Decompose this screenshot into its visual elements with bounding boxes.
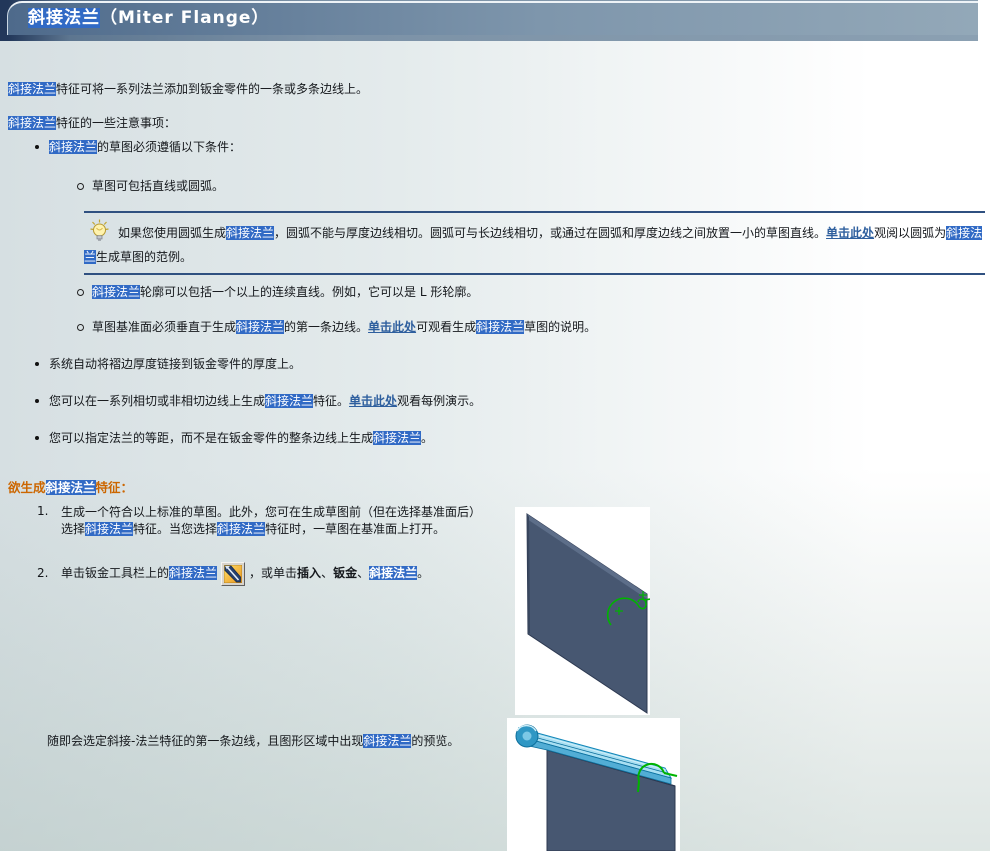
highlighted-term: 斜接法兰 [8,116,57,130]
text-segment: （Miter Flange） [100,8,270,28]
step-2: 2. 单击钣金工具栏上的斜接法兰 ，或单击插入、钣金、斜接法兰。 [37,558,429,588]
step-text: 生成一个符合以上标准的草图。此外，您可在生成草图前（但在选择基准面后）选择斜接法… [61,504,481,538]
circle-bullet-marker [77,324,84,331]
highlighted-term: 斜接法兰 [85,522,134,536]
sheet-metal-sketch-image [515,507,651,715]
notes-lead-paragraph: 斜接法兰特征的一些注意事项： [8,115,176,131]
highlighted-term: 斜接法兰 [265,394,314,408]
text-segment: 欲生成 [8,479,46,495]
text-segment: 特征。当您选择 [133,522,218,536]
intro-paragraph: 斜接法兰特征可将一系列法兰添加到钣金零件的一条或多条边线上。 [8,81,368,97]
text-segment: 特征的一些注意事项： [56,116,177,130]
circle-bullet-marker [77,183,84,190]
text-segment: 。 [421,431,434,445]
text-segment: 、 [357,566,370,580]
result-paragraph: 随即会选定斜接-法兰特征的第一条边线，且图形区域中出现斜接法兰的预览。 [47,732,459,749]
click-here-link[interactable]: 单击此处 [368,320,416,334]
highlighted-term: 斜接法兰 [92,285,141,299]
bullet-marker [35,145,39,149]
text-segment: 可观看生成 [416,320,477,334]
title-bar: 斜接法兰（Miter Flange） [7,1,978,35]
circle-bullet-marker [77,289,84,296]
text-segment: 如果您使用圆弧生成 [118,226,227,240]
step-number: 2. [37,566,49,580]
text-segment: 。 [417,566,430,580]
text-segment: 、 [321,566,334,580]
miter-flange-preview-image [507,718,680,851]
tip-note-box: 如果您使用圆弧生成斜接法兰，圆弧不能与厚度边线相切。圆弧可与长边线相切，或通过在… [84,211,985,275]
page-title: 斜接法兰（Miter Flange） [8,3,978,33]
highlighted-term: 斜接法兰 [169,566,218,580]
text-segment: 的第一条边线。 [284,320,369,334]
text-segment: 特征可将一系列法兰添加到钣金零件的一条或多条边线上。 [56,82,369,96]
highlighted-term: 斜接法兰 [45,479,96,495]
step-1: 1. 生成一个符合以上标准的草图。此外，您可在生成草图前（但在选择基准面后）选择… [37,504,481,538]
text-segment: 特征： [95,479,134,495]
text-segment: 的预览。 [411,734,460,748]
text-segment: ，或单击 [249,566,298,580]
text-segment: 观阅以圆弧为 [874,226,947,240]
help-page: 斜接法兰（Miter Flange） 斜接法兰特征可将一系列法兰添加到钣金零件的… [0,0,990,851]
text-segment: 观看每例演示。 [397,394,482,408]
text-segment: 您可以指定法兰的等距，而不是在钣金零件的整条边线上生成 [49,431,374,445]
highlighted-term: 斜接法兰 [49,140,98,154]
click-here-link[interactable]: 单击此处 [826,226,874,240]
list-item: 斜接法兰的草图必须遵循以下条件： [35,139,242,155]
bullet-marker [35,362,39,366]
text-segment: 生成草图的范例。 [96,250,193,264]
highlighted-term: 斜接法兰 [236,320,285,334]
text-segment: 随即会选定斜接-法兰特征的第一条边线，且图形区域中出现 [47,734,364,748]
text-segment: 的草图必须遵循以下条件： [97,140,242,154]
list-item: 草图基准面必须垂直于生成斜接法兰的第一条边线。单击此处可观看生成斜接法兰草图的说… [77,319,597,335]
list-item: 系统自动将褶边厚度链接到钣金零件的厚度上。 [35,356,302,372]
text-segment: 草图可包括直线或圆弧。 [92,179,225,193]
list-item: 您可以在一系列相切或非相切边线上生成斜接法兰特征。单击此处观看每例演示。 [35,393,482,409]
list-item: 斜接法兰轮廓可以包括一个以上的连续直线。例如，它可以是 L 形轮廓。 [77,284,479,300]
lightbulb-icon [90,219,109,249]
procedure-heading: 欲生成斜接法兰特征： [8,479,134,496]
list-item: 您可以指定法兰的等距，而不是在钣金零件的整条边线上生成斜接法兰。 [35,430,434,446]
highlighted-term: 斜接法兰 [217,522,266,536]
text-segment: ，圆弧不能与厚度边线相切。圆弧可与长边线相切，或通过在圆弧和厚度边线之间放置一小… [274,226,827,240]
text-segment: 单击钣金工具栏上的 [61,566,170,580]
text-segment: 草图的说明。 [524,320,597,334]
highlighted-term: 斜接法兰 [363,734,412,748]
text-segment: 系统自动将褶边厚度链接到钣金零件的厚度上。 [49,357,302,371]
text-segment: 草图基准面必须垂直于生成 [92,320,237,334]
highlighted-term: 斜接法兰 [476,320,525,334]
menu-item-insert: 插入 [297,566,322,580]
click-here-link[interactable]: 单击此处 [349,394,397,408]
bullet-marker [35,436,39,440]
highlighted-term: 斜接法兰 [8,82,57,96]
text-segment: 特征时，一草图在基准面上打开。 [265,522,446,536]
bullet-marker [35,399,39,403]
text-segment: 轮廓可以包括一个以上的连续直线。例如，它可以是 L 形轮廓。 [140,285,479,299]
step-text: 单击钣金工具栏上的斜接法兰 ，或单击插入、钣金、斜接法兰。 [61,558,429,588]
step-number: 1. [37,504,49,518]
list-item: 草图可包括直线或圆弧。 [77,178,225,194]
text-segment: 特征。 [313,394,350,408]
highlighted-term: 斜接法兰 [373,431,422,445]
highlighted-term: 斜接法兰 [226,226,275,240]
highlighted-term: 斜接法兰 [369,566,418,580]
highlighted-term: 斜接法兰 [28,8,100,28]
text-segment: 您可以在一系列相切或非相切边线上生成 [49,394,266,408]
menu-item-sheet-metal: 钣金 [333,566,358,580]
miter-flange-toolbar-icon [221,561,246,586]
